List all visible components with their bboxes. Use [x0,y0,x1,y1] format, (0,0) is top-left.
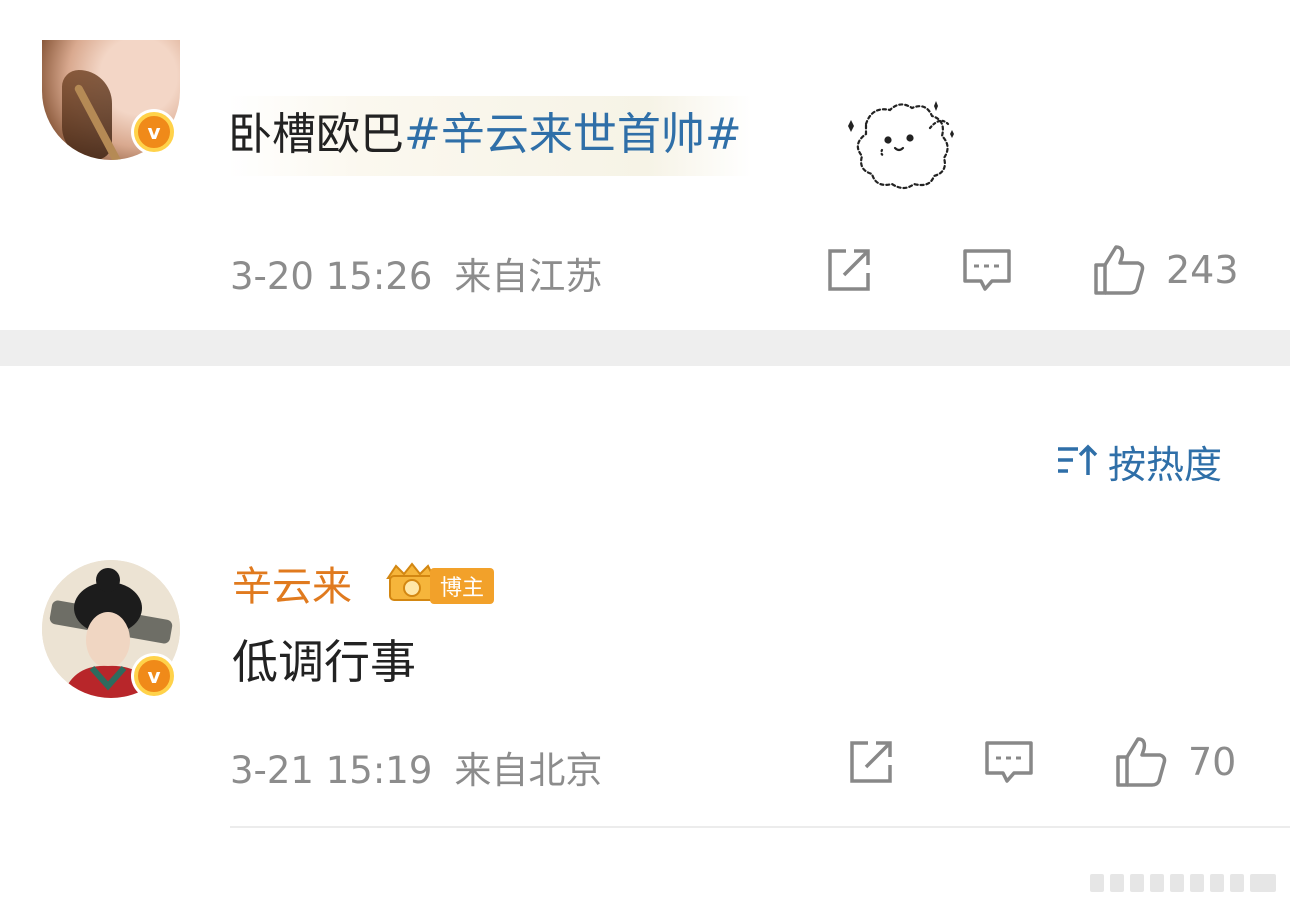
verified-badge-glyph: v [147,120,161,144]
like-count: 243 [1166,248,1239,292]
thumbs-up-icon [1094,245,1145,295]
post-card: v 卧槽欧巴#辛云来世首帅# 3-20 15:26 来自江苏 243 [0,0,1290,330]
watermark-icon [1090,874,1276,892]
post-hashtag[interactable]: #辛云来世首帅# [404,109,742,160]
post-actions: 243 [822,242,1239,298]
comment-icon[interactable] [982,735,1036,789]
post-text: 卧槽欧巴#辛云来世首帅# [228,96,752,176]
sort-icon [1058,444,1098,475]
reply-verified-badge-icon: v [134,656,174,696]
thumbs-up-icon [1116,737,1167,787]
post-meta: 3-20 15:26 来自江苏 [230,246,624,300]
reply-meta: 3-21 15:19 来自北京 [230,740,624,794]
verified-badge-icon: v [134,112,174,152]
reply-location: 来自北京 [454,749,603,792]
share-icon[interactable] [822,243,876,297]
reply-actions: 70 [844,734,1236,790]
like-button[interactable]: 243 [1092,243,1239,297]
share-icon[interactable] [844,735,898,789]
reply-verified-badge-glyph: v [147,664,161,688]
reply-like-button[interactable]: 70 [1114,735,1236,789]
reply-username[interactable]: 辛云来 [232,562,352,612]
section-divider [0,330,1290,366]
post-text-plain: 卧槽欧巴 [228,109,404,160]
bottom-divider [230,826,1290,828]
sort-label: 按热度 [1108,442,1223,487]
comment-icon[interactable] [960,243,1014,297]
reply-timestamp: 3-21 15:19 [230,749,433,792]
sort-by-hot-button[interactable]: 按热度 [1056,436,1223,487]
post-timestamp: 3-20 15:26 [230,255,433,298]
post-location: 来自江苏 [454,255,603,298]
reply-text: 低调行事 [232,635,416,689]
blogger-tag: 博主 [430,568,494,604]
reply-like-count: 70 [1188,740,1237,784]
weibo-comment-screen: v 卧槽欧巴#辛云来世首帅# 3-20 15:26 来自江苏 243 按热度 v… [0,0,1290,916]
fluffy-dog-sticker-icon [848,101,954,190]
